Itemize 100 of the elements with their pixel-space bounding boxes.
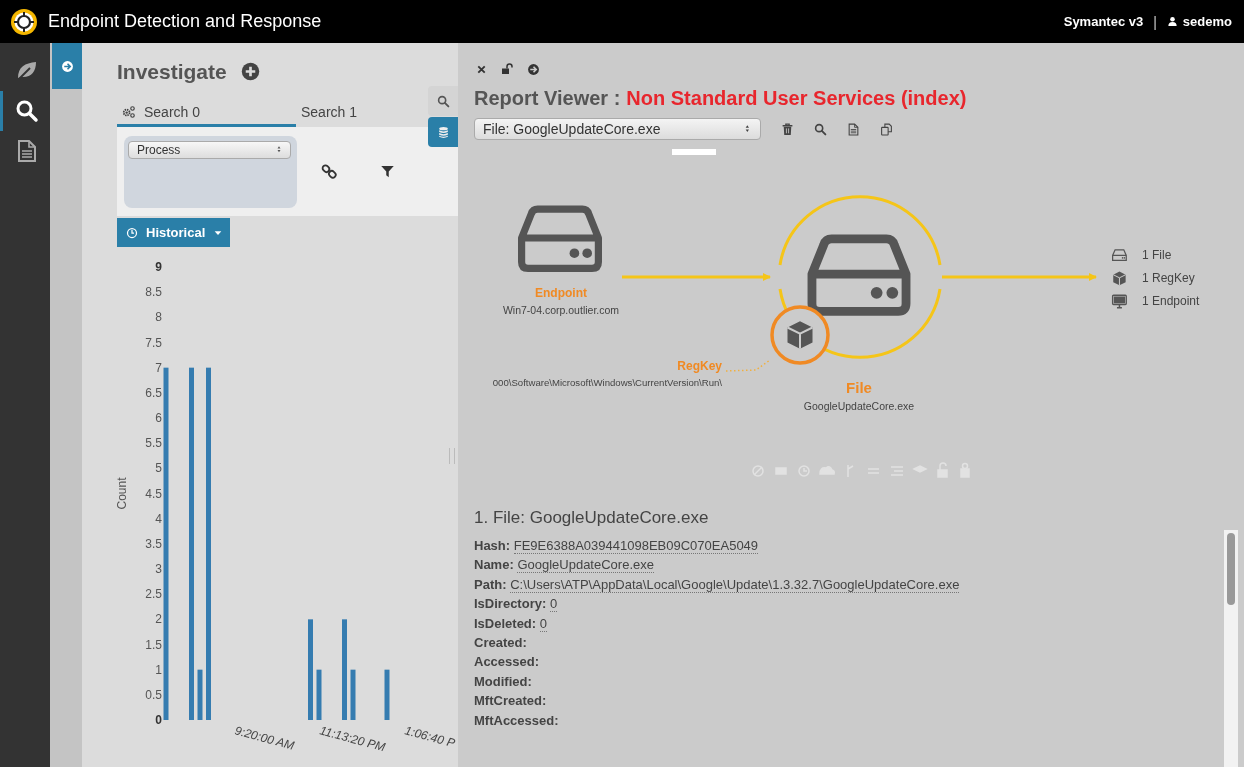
axis-tick-label: 0.5	[145, 687, 162, 702]
axis-tick-label: 1:06:40 P	[403, 723, 457, 751]
axis-tick-label: 6	[155, 411, 162, 425]
axis-tick-label: 4	[155, 511, 162, 526]
chart-bar	[197, 669, 203, 720]
search-button[interactable]	[814, 122, 827, 136]
axis-tick-label: 6.5	[145, 385, 162, 400]
axis-tick-label: 2.5	[145, 587, 162, 602]
node-value: Win7-04.corp.outlier.com	[502, 304, 620, 316]
filter-button[interactable]	[380, 164, 395, 179]
field-value[interactable]: C:\Users\ATP\AppData\Local\Google\Update\1.3.32.7\GoogleUpdateCore.exe	[510, 576, 960, 593]
axis-tick-label: 1.5	[145, 637, 162, 652]
node-label: File	[846, 379, 872, 396]
node-value: 000\Software\Microsoft\Windows\CurrentVersion\Run\	[492, 377, 722, 388]
filter-icon	[380, 164, 395, 179]
drive-icon	[1112, 249, 1127, 261]
type-select[interactable]: Process	[128, 140, 291, 159]
gears-icon	[122, 105, 136, 119]
open-button[interactable]	[527, 62, 540, 76]
close-icon	[476, 63, 487, 75]
database-icon	[436, 125, 450, 139]
page-title: Investigate	[117, 59, 227, 84]
side-tab[interactable]	[428, 117, 458, 147]
chart-bar	[384, 669, 390, 720]
field-label: Hash:	[474, 538, 511, 553]
close-button[interactable]	[476, 63, 487, 75]
axis-tick-label: 3.5	[145, 536, 162, 551]
search-icon	[14, 99, 39, 123]
summary-item: 1 File	[1142, 248, 1172, 262]
axis-tick-label: 2	[155, 612, 162, 627]
axis-tick-label: 8.5	[145, 285, 162, 300]
field-label: Accessed:	[474, 654, 540, 670]
copy-icon	[880, 122, 893, 136]
historical-dropdown[interactable]: Historical	[117, 218, 231, 247]
search-icon	[436, 94, 450, 108]
cube-icon	[1112, 271, 1127, 286]
link-icon	[321, 163, 338, 180]
field-value[interactable]: 0	[549, 596, 558, 613]
axis-tick-label: 11:13:20 PM	[318, 723, 387, 755]
field-label: MftCreated:	[474, 693, 547, 709]
unlock-icon	[501, 63, 513, 75]
axis-tick-label: 7	[155, 360, 162, 375]
node-value: GoogleUpdateCore.exe	[803, 400, 915, 412]
summary-item: 1 Endpoint	[1142, 294, 1200, 308]
drive-icon	[518, 205, 602, 272]
app-title: Endpoint Detection and Response	[48, 11, 322, 32]
axis-tick-label: 1	[155, 662, 162, 677]
axis-tick-label: 4.5	[145, 486, 162, 501]
field-label: IsDeleted:	[474, 615, 537, 631]
drive-icon	[807, 234, 911, 316]
axis-tick-label: 3	[155, 562, 162, 576]
field-label: Name:	[474, 557, 514, 573]
detail-heading: 1. File: GoogleUpdateCore.exe	[474, 508, 710, 528]
delete-button[interactable]	[781, 122, 794, 136]
field-value[interactable]: GoogleUpdateCore.exe	[517, 557, 654, 574]
axis-tick-label: 9	[155, 260, 162, 274]
link-button[interactable]	[321, 163, 338, 180]
field-label: MftAccessed:	[474, 712, 559, 728]
arrow-right-icon	[60, 59, 74, 73]
unlock-button[interactable]	[501, 63, 513, 75]
report-name: Non Standard User Services (index)	[626, 87, 967, 110]
field-label: Created:	[474, 635, 527, 651]
field-label: Path:	[474, 576, 507, 592]
node-label: RegKey	[677, 359, 722, 373]
clock-icon	[126, 226, 138, 239]
chart-bar	[316, 669, 322, 720]
node-label: Endpoint	[535, 286, 587, 300]
axis-tick-label: 5	[155, 461, 162, 476]
document-icon	[847, 122, 860, 136]
user-name[interactable]: sedemo	[1182, 14, 1232, 29]
axis-tick-label: 7.5	[145, 335, 162, 350]
user-icon	[1166, 16, 1178, 27]
search-tab[interactable]: Search 1	[296, 100, 358, 127]
chart-bar	[350, 669, 356, 720]
axis-tick-label: 8	[155, 310, 162, 325]
drag-handle[interactable]	[672, 149, 716, 155]
search-icon	[814, 122, 827, 136]
report-title: Report Viewer :	[474, 87, 621, 110]
axis-title: Count	[115, 477, 129, 510]
separator: |	[1153, 13, 1157, 30]
arrow-right-icon	[527, 62, 540, 76]
summary-item: 1 RegKey	[1142, 271, 1195, 285]
resize-handle[interactable]	[449, 448, 455, 464]
axis-tick-label: 9:20:00 AM	[233, 723, 296, 753]
plus-icon	[240, 62, 260, 81]
logo-icon	[10, 7, 38, 36]
field-label: Modified:	[474, 673, 532, 689]
expand-button[interactable]	[52, 43, 82, 89]
trash-icon	[781, 122, 794, 136]
copy-button[interactable]	[880, 122, 893, 136]
file-select[interactable]: File: GoogleUpdateCore.exe	[474, 118, 761, 140]
field-value[interactable]: FE9E6388A039441098EB09C070EA5049	[513, 538, 759, 554]
field-value[interactable]: 0	[539, 615, 547, 632]
axis-tick-label: 5.5	[145, 436, 162, 451]
side-tab[interactable]	[428, 86, 458, 116]
add-button[interactable]	[240, 62, 260, 81]
scrollbar[interactable]	[1224, 530, 1238, 767]
axis-tick-label: 0	[155, 713, 162, 727]
report-button[interactable]	[847, 122, 860, 136]
leader-line	[725, 359, 771, 372]
